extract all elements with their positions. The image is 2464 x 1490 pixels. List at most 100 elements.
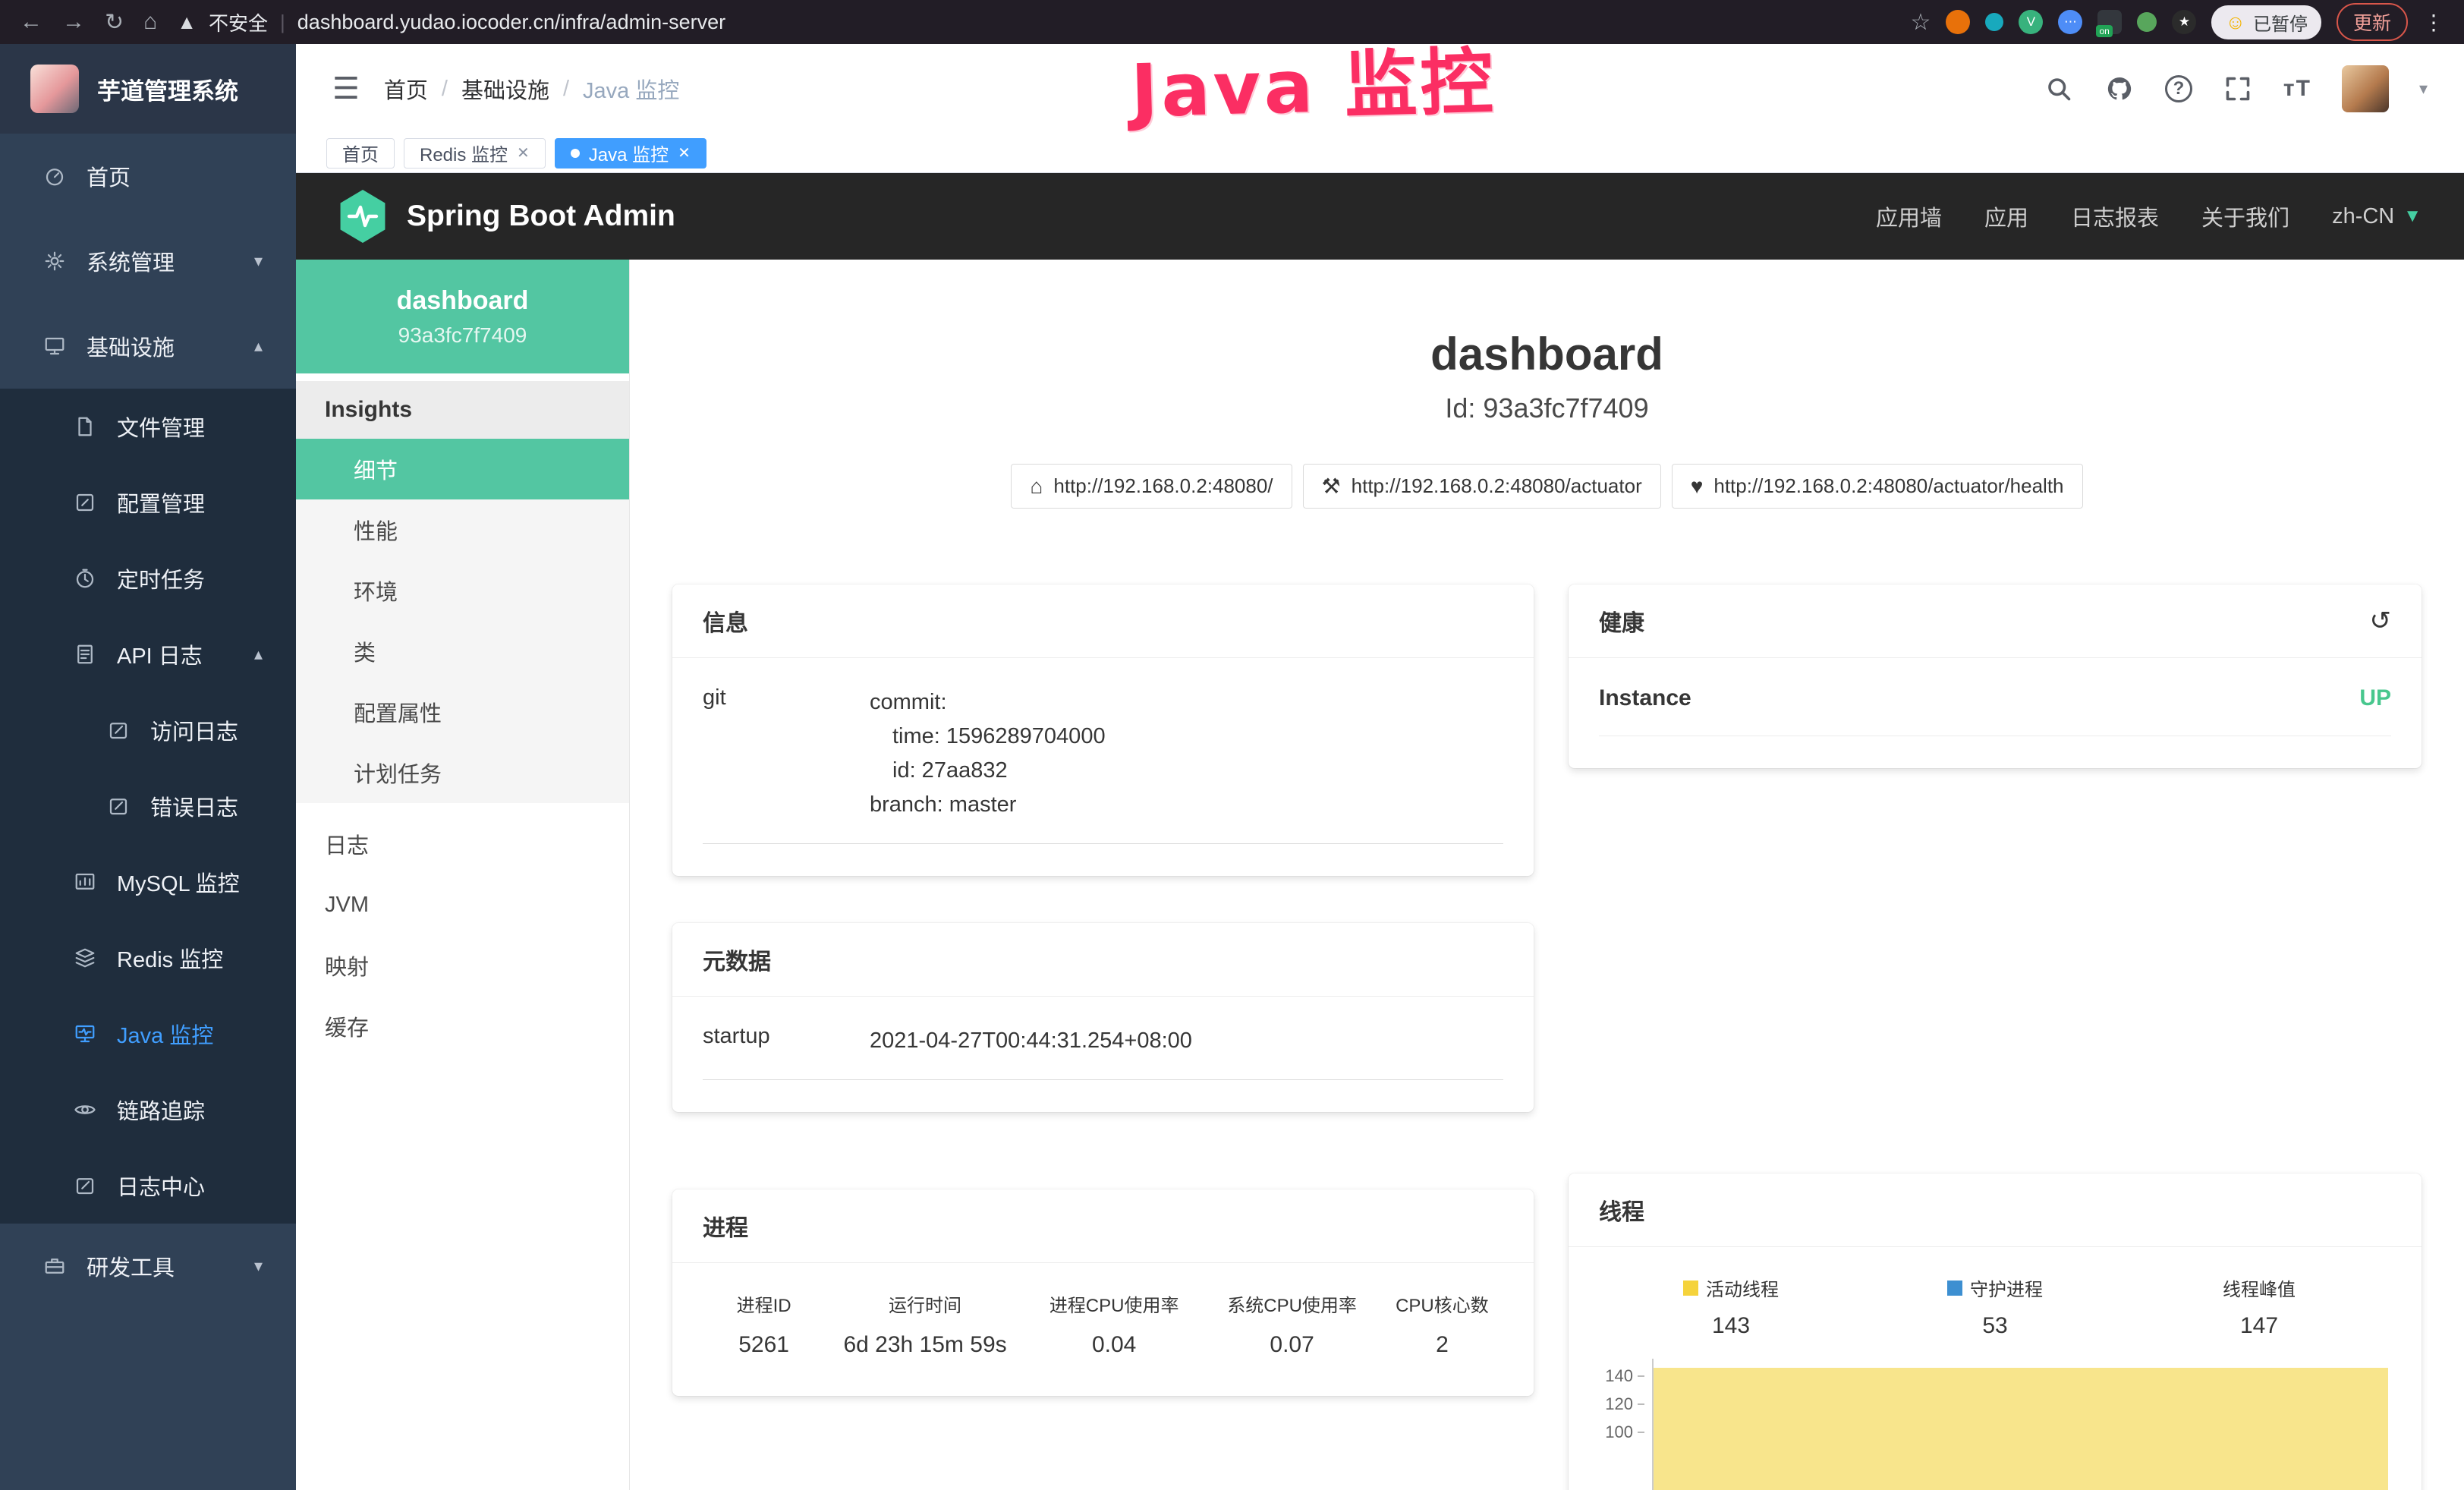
breadcrumb-home[interactable]: 首页	[384, 73, 428, 105]
bookmark-star-icon[interactable]: ☆	[1911, 9, 1931, 36]
chevron-down-icon: ▾	[254, 1256, 263, 1276]
sidebar-item-devtools[interactable]: 研发工具 ▾	[0, 1224, 296, 1309]
caret-down-icon[interactable]: ▾	[2419, 79, 2428, 99]
sba-item-env[interactable]: 环境	[296, 560, 629, 621]
health-row: Instance UP	[1599, 685, 2391, 736]
doc-icon	[73, 642, 97, 666]
doc-edit-icon	[73, 1173, 97, 1198]
card-title: 进程	[703, 1209, 748, 1243]
back-icon[interactable]: ←	[20, 9, 42, 35]
health-url-link[interactable]: ♥ http://192.168.0.2:48080/actuator/heal…	[1672, 464, 2083, 509]
sidebar-item-infra[interactable]: 基础设施 ▴	[0, 304, 296, 389]
extension-icon-2[interactable]	[1985, 13, 2003, 31]
sba-item-jvm[interactable]: JVM	[296, 874, 629, 935]
extension-icon-3[interactable]: ⋯	[2058, 10, 2082, 34]
sba-item-caches[interactable]: 缓存	[296, 996, 629, 1057]
card-title: 信息	[703, 604, 748, 638]
doc-edit-icon	[106, 718, 131, 742]
security-warning-icon: ▲	[177, 11, 197, 34]
sidebar-item-file[interactable]: 文件管理	[0, 389, 296, 465]
sba-item-classes[interactable]: 类	[296, 621, 629, 682]
sidebar-item-apilog[interactable]: API 日志 ▴	[0, 616, 296, 692]
history-icon[interactable]: ↺	[2370, 606, 2392, 636]
monitor-icon	[42, 334, 67, 358]
close-icon[interactable]: ✕	[678, 143, 691, 162]
address-bar[interactable]: ▲ 不安全 | dashboard.yudao.iocoder.cn/infra…	[177, 8, 1890, 36]
address-separator: |	[280, 11, 285, 34]
actuator-url-link[interactable]: ⚒ http://192.168.0.2:48080/actuator	[1303, 464, 1661, 509]
extension-icon-1[interactable]	[1946, 10, 1970, 34]
sba-item-mappings[interactable]: 映射	[296, 935, 629, 996]
chevron-up-icon: ▴	[254, 336, 263, 356]
user-avatar[interactable]	[2342, 65, 2389, 112]
github-icon[interactable]	[2104, 74, 2135, 104]
tab-java[interactable]: Java 监控 ✕	[555, 138, 706, 169]
extension-switch-icon[interactable]: on	[2097, 10, 2122, 34]
sba-brand[interactable]: Spring Boot Admin	[407, 200, 675, 233]
extension-vue-icon[interactable]: V	[2019, 10, 2043, 34]
sba-navbar: Spring Boot Admin 应用墙 应用 日志报表 关于我们 zh-CN…	[296, 173, 2464, 260]
home-icon: ⌂	[1030, 474, 1043, 499]
sba-item-scheduled[interactable]: 计划任务	[296, 742, 629, 803]
sidebar-item-logcenter[interactable]: 日志中心	[0, 1148, 296, 1224]
sba-nav-links: 应用墙 应用 日志报表 关于我们 zh-CN ▼	[1876, 200, 2422, 232]
service-url-link[interactable]: ⌂ http://192.168.0.2:48080/	[1011, 464, 1292, 509]
sidebar-item-system[interactable]: 系统管理 ▾	[0, 219, 296, 304]
sidebar-item-home[interactable]: 首页	[0, 134, 296, 219]
sba-item-details[interactable]: 细节	[296, 439, 629, 499]
sidebar-item-redis[interactable]: Redis 监控	[0, 920, 296, 996]
main-content: dashboard Id: 93a3fc7f7409 ⌂ http://192.…	[630, 260, 2464, 1490]
smiley-icon: ☺	[2225, 11, 2245, 34]
chart-plot-area	[1652, 1359, 2391, 1490]
sidebar-item-errorlog[interactable]: 错误日志	[0, 768, 296, 844]
extension-icon-4[interactable]	[2137, 12, 2157, 32]
header-actions: ? тT ▾	[2044, 65, 2428, 112]
sidebar-item-java[interactable]: Java 监控	[0, 996, 296, 1072]
card-title: 元数据	[703, 943, 771, 976]
status-badge: UP	[2359, 685, 2391, 711]
breadcrumb-section[interactable]: 基础设施	[461, 73, 549, 105]
sidebar-item-mysql[interactable]: MySQL 监控	[0, 844, 296, 920]
sba-nav-journal[interactable]: 日志报表	[2071, 200, 2159, 232]
sba-item-configprops[interactable]: 配置属性	[296, 682, 629, 742]
update-button[interactable]: 更新	[2337, 3, 2408, 41]
table-row: git commit: time: 1596289704000 id: 27aa…	[703, 685, 1503, 844]
app-logo-row[interactable]: 芋道管理系统	[0, 44, 296, 134]
forward-icon[interactable]: →	[62, 9, 85, 35]
instance-id: 93a3fc7f7409	[398, 323, 527, 348]
chart-box-icon	[73, 870, 97, 894]
instance-title: dashboard	[672, 328, 2422, 380]
sidebar-item-trace[interactable]: 链路追踪	[0, 1072, 296, 1148]
extension-pin-icon[interactable]: ★	[2172, 10, 2196, 34]
fullscreen-icon[interactable]	[2223, 74, 2253, 104]
instance-header[interactable]: dashboard 93a3fc7f7409	[296, 260, 629, 373]
info-value: commit: time: 1596289704000 id: 27aa832 …	[870, 685, 1503, 822]
home-icon[interactable]: ⌂	[143, 9, 157, 35]
help-icon[interactable]: ?	[2165, 75, 2192, 102]
paused-badge[interactable]: ☺ 已暂停	[2211, 5, 2321, 39]
sidebar-item-accesslog[interactable]: 访问日志	[0, 692, 296, 768]
sidebar-item-job[interactable]: 定时任务	[0, 540, 296, 616]
tab-redis[interactable]: Redis 监控 ✕	[404, 138, 546, 169]
java-monitor-icon	[73, 1022, 97, 1046]
cards-left-column: 信息 git commit: time: 1596289704000 id: 2…	[672, 584, 1534, 1396]
close-icon[interactable]: ✕	[517, 143, 530, 162]
sba-locale-select[interactable]: zh-CN ▼	[2332, 204, 2422, 229]
sba-nav-wallboard[interactable]: 应用墙	[1876, 200, 1942, 232]
sba-nav-about[interactable]: 关于我们	[2201, 200, 2289, 232]
sba-item-logs[interactable]: 日志	[296, 814, 629, 874]
sba-logo-icon[interactable]	[338, 190, 387, 243]
reload-icon[interactable]: ↻	[105, 9, 124, 36]
app-sidebar: 芋道管理系统 首页 系统管理 ▾ 基础设施 ▴ 文件管理 配置管理 定时任务 A…	[0, 44, 296, 1490]
hamburger-icon[interactable]: ☰	[332, 71, 360, 106]
legend-live: 活动线程	[1599, 1274, 1863, 1301]
search-icon[interactable]	[2044, 74, 2074, 104]
sba-item-performance[interactable]: 性能	[296, 499, 629, 560]
gear-icon	[42, 249, 67, 273]
toolbox-icon	[42, 1254, 67, 1278]
font-size-icon[interactable]: тT	[2283, 76, 2311, 102]
browser-menu-icon[interactable]: ⋮	[2423, 10, 2444, 35]
tab-home[interactable]: 首页	[326, 138, 395, 169]
sba-nav-applications[interactable]: 应用	[1984, 200, 2028, 232]
sidebar-item-config[interactable]: 配置管理	[0, 465, 296, 540]
